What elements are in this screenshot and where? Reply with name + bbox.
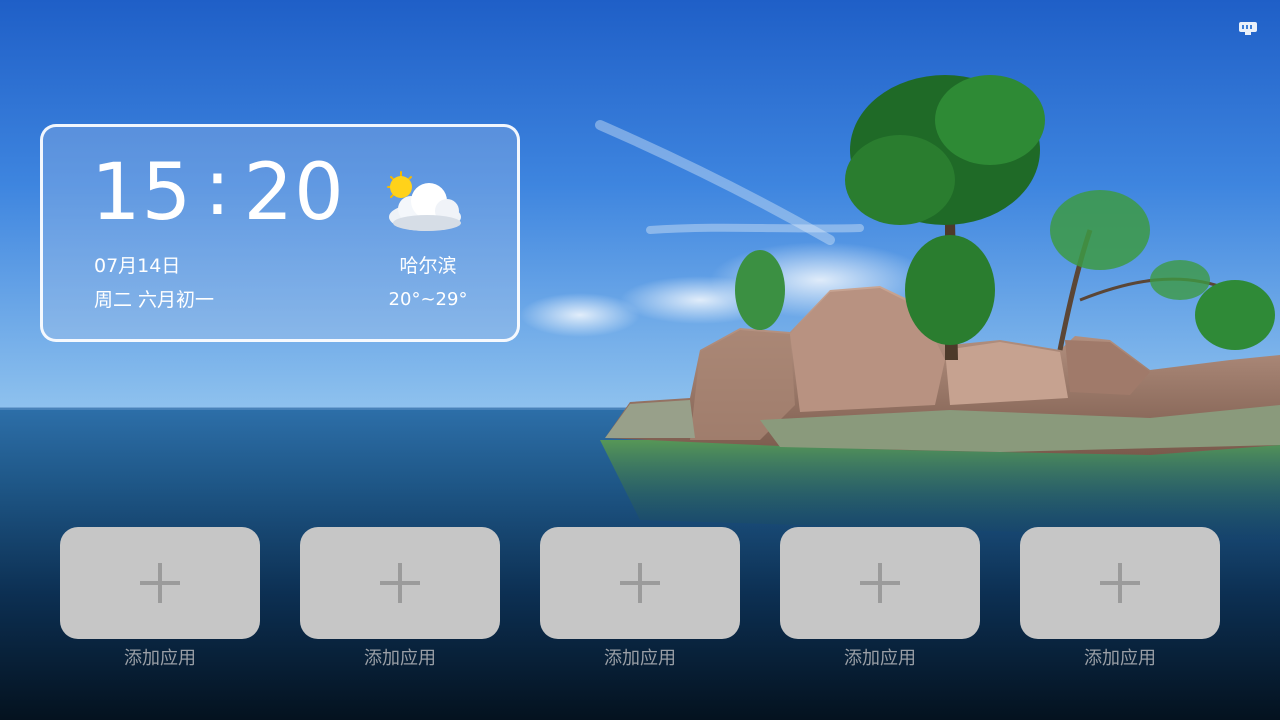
- plus-icon: [860, 563, 900, 603]
- weather-city: 哈尔滨: [399, 255, 457, 277]
- app-slot-1: 添加应用: [60, 527, 260, 671]
- ethernet-icon: [1238, 19, 1258, 37]
- plus-icon: [620, 563, 660, 603]
- clock-weather-card[interactable]: 15:20 07月14日 周二 六月初一 哈尔滨 20°~29°: [40, 124, 520, 342]
- app-slot-label: 添加应用: [1084, 648, 1156, 669]
- app-slot-4: 添加应用: [780, 527, 980, 671]
- app-slot-label: 添加应用: [844, 648, 916, 669]
- app-slot-label: 添加应用: [364, 648, 436, 669]
- plus-icon: [1100, 563, 1140, 603]
- add-app-button[interactable]: [540, 527, 740, 639]
- date-label: 07月14日: [94, 255, 181, 277]
- clock-display: 15:20: [91, 144, 345, 238]
- add-app-button[interactable]: [60, 527, 260, 639]
- app-slot-5: 添加应用: [1020, 527, 1220, 671]
- clock-hours: 15: [91, 148, 193, 238]
- partly-cloudy-icon: [383, 169, 467, 235]
- app-slot-3: 添加应用: [540, 527, 740, 671]
- plus-icon: [140, 563, 180, 603]
- clock-separator: :: [204, 143, 232, 233]
- add-app-button[interactable]: [1020, 527, 1220, 639]
- app-slot-label: 添加应用: [604, 648, 676, 669]
- plus-icon: [380, 563, 420, 603]
- add-app-button[interactable]: [300, 527, 500, 639]
- app-slot-label: 添加应用: [124, 648, 196, 669]
- add-app-button[interactable]: [780, 527, 980, 639]
- weekday-lunar-label: 周二 六月初一: [94, 289, 215, 311]
- clock-minutes: 20: [243, 148, 345, 238]
- app-slot-2: 添加应用: [300, 527, 500, 671]
- weather-temperature: 20°~29°: [388, 289, 468, 310]
